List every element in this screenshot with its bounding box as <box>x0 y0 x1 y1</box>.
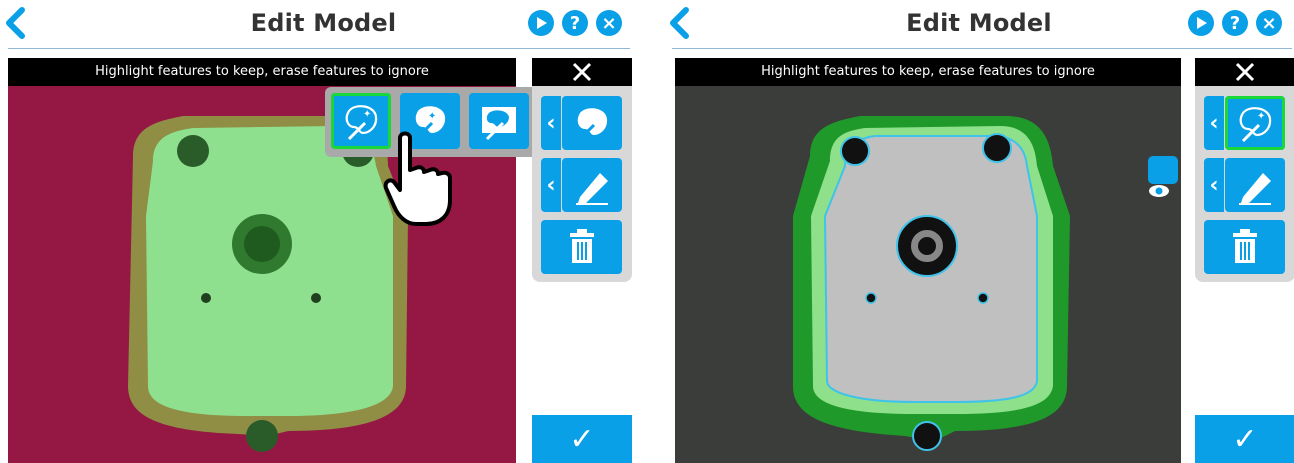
mounting-hole <box>982 133 1012 163</box>
play-button[interactable] <box>528 10 554 36</box>
tools-icon <box>572 62 592 82</box>
delete-button[interactable] <box>1204 220 1285 274</box>
svg-text:✦: ✦ <box>363 109 371 120</box>
confirm-button[interactable]: ✓ <box>532 415 632 463</box>
magic-wand-region-icon <box>482 107 516 141</box>
magic-wand-select-icon: ✦ <box>345 105 378 141</box>
mounting-hole <box>246 420 278 452</box>
magic-wand-add-icon <box>576 108 608 143</box>
part-image[interactable] <box>675 86 1181 463</box>
help-button[interactable]: ? <box>1222 10 1248 36</box>
magic-wand-tool-button[interactable]: ✦ <box>1225 96 1285 150</box>
close-icon: × <box>1261 12 1277 34</box>
close-button[interactable]: × <box>1256 10 1282 36</box>
trash-icon <box>1232 229 1257 263</box>
trash-icon <box>569 229 594 263</box>
play-icon <box>537 17 547 29</box>
help-button[interactable]: ? <box>562 10 588 36</box>
eye-icon <box>1149 185 1169 197</box>
magic-wand-select-icon: ✦ <box>1239 107 1272 143</box>
tools-header <box>1195 58 1294 86</box>
hand-pointer-icon <box>383 131 452 226</box>
mounting-hole <box>840 136 870 166</box>
expand-brush-options-button[interactable]: ‹ <box>1204 158 1224 212</box>
small-hole <box>311 293 321 303</box>
tools-icon <box>1235 62 1255 82</box>
hint-text: Highlight features to keep, erase featur… <box>8 58 516 86</box>
help-icon: ? <box>1229 12 1241 34</box>
tools-header <box>532 58 632 86</box>
mounting-hole <box>177 135 209 167</box>
expand-brush-options-button[interactable]: ‹ <box>541 158 561 212</box>
play-icon <box>1197 17 1207 29</box>
tools-panel: ‹ ✦ ‹ <box>1195 86 1294 282</box>
checkmark-icon: ✓ <box>1232 421 1258 457</box>
checkmark-icon: ✓ <box>569 421 595 457</box>
play-button[interactable] <box>1188 10 1214 36</box>
brush-tool-button[interactable] <box>1225 158 1285 212</box>
header-divider <box>8 48 630 49</box>
toggle-visibility-button[interactable] <box>1148 156 1178 197</box>
model-image-view[interactable]: Highlight features to keep, erase featur… <box>675 58 1181 463</box>
header-divider <box>672 48 1292 49</box>
svg-text:✦: ✦ <box>428 111 436 122</box>
tool-sidebar: ‹ ✦ ‹ ✓ <box>1195 58 1294 463</box>
help-icon: ? <box>569 12 581 34</box>
delete-button[interactable] <box>541 220 622 274</box>
hint-text: Highlight features to keep, erase featur… <box>675 58 1181 86</box>
mounting-hole <box>912 421 942 451</box>
tools-panel: ‹ ‹ <box>532 86 632 282</box>
center-hole-inner <box>918 237 936 255</box>
close-icon: × <box>601 12 617 34</box>
center-hole <box>244 226 280 262</box>
magic-wand-tool-button[interactable] <box>562 96 622 150</box>
close-button[interactable]: × <box>596 10 622 36</box>
small-hole <box>865 292 877 304</box>
confirm-button[interactable]: ✓ <box>1195 415 1294 463</box>
header-actions: ? × <box>1188 10 1282 36</box>
header: Edit Model ? × <box>0 0 647 49</box>
tool-sidebar: ‹ ‹ ✓ <box>532 58 632 463</box>
brush-tool-button[interactable] <box>562 158 622 212</box>
expand-wand-options-button[interactable]: ‹ <box>541 96 561 150</box>
small-hole <box>201 293 211 303</box>
svg-text:✦: ✦ <box>1257 111 1265 122</box>
left-panel: Edit Model ? × Highlight features to kee… <box>0 0 647 463</box>
header: Edit Model ? × <box>664 0 1294 49</box>
marker-icon <box>1239 173 1271 205</box>
marker-icon <box>576 173 608 205</box>
small-hole <box>977 292 989 304</box>
right-panel: Edit Model ? × Highlight features to kee… <box>664 0 1294 463</box>
header-actions: ? × <box>528 10 622 36</box>
expand-wand-options-button[interactable]: ‹ <box>1204 96 1224 150</box>
